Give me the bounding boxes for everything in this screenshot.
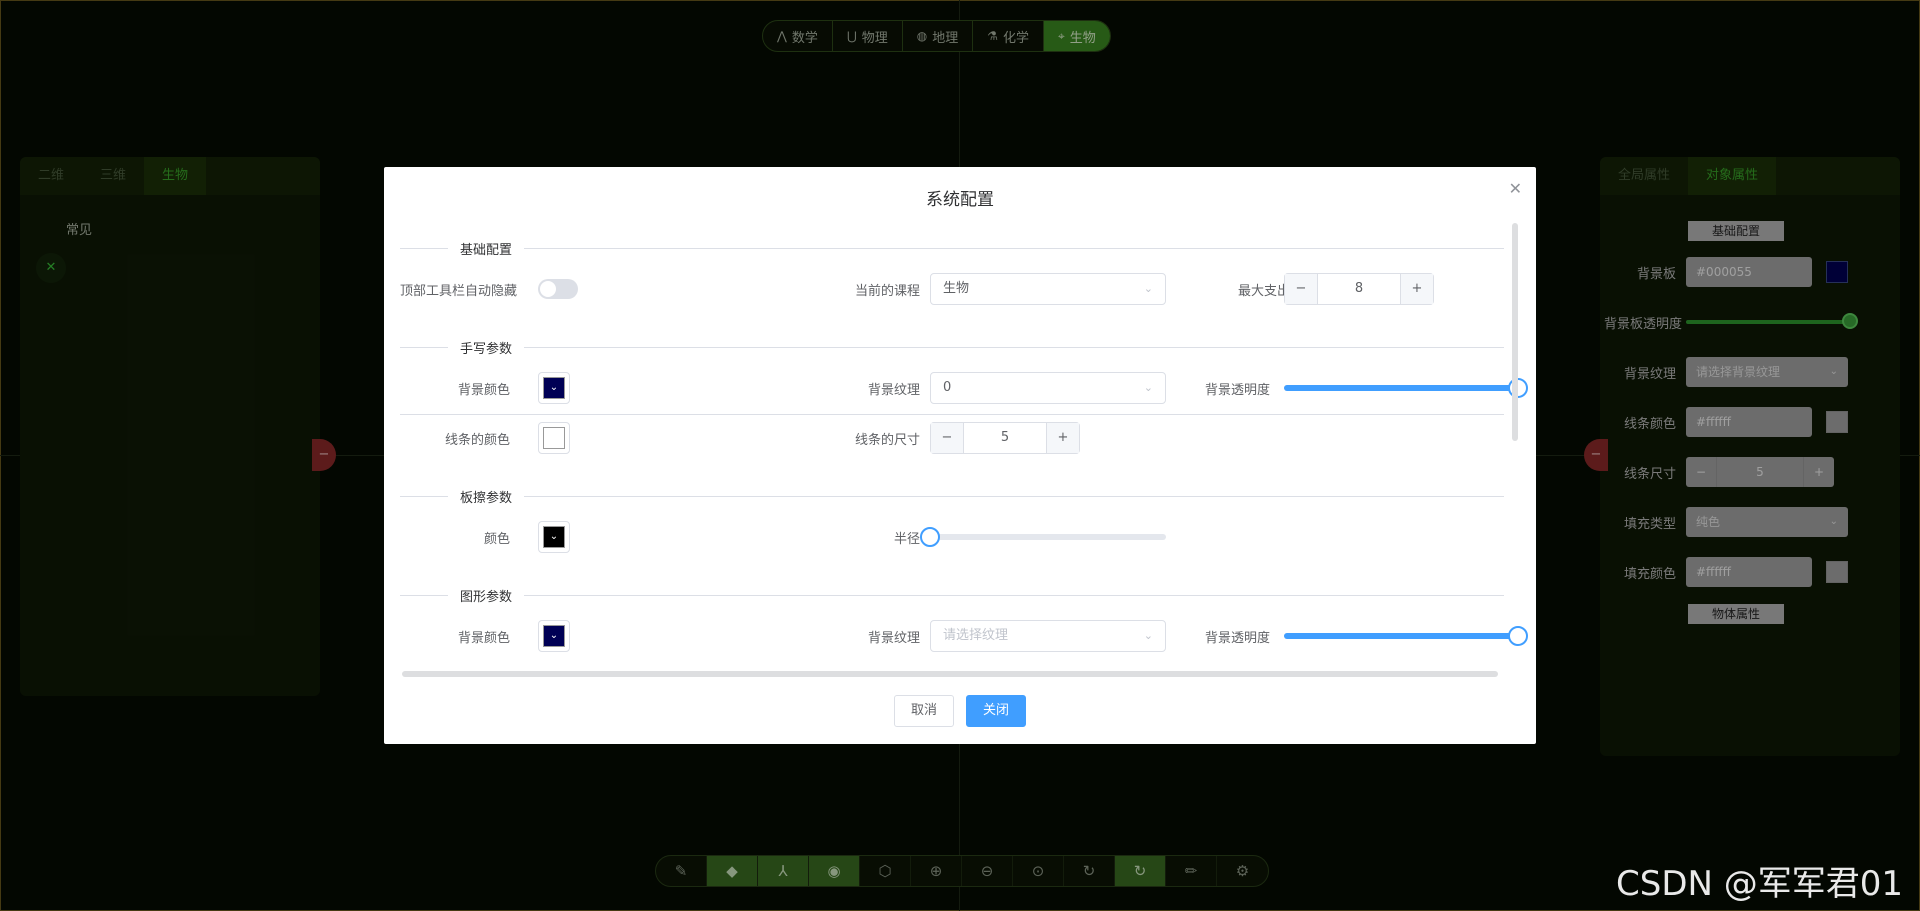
cancel-button[interactable]: 取消 bbox=[894, 695, 954, 727]
switch-knob bbox=[540, 281, 556, 297]
course-value: 生物 bbox=[943, 281, 970, 296]
chevron-down-icon: ⌄ bbox=[543, 625, 565, 647]
close-icon[interactable]: ✕ bbox=[1509, 179, 1522, 198]
autohide-switch[interactable] bbox=[538, 279, 578, 299]
max-value[interactable]: 8 bbox=[1317, 274, 1401, 304]
shape-opacity-label: 背景透明度 bbox=[1204, 631, 1270, 646]
eraser-radius-slider[interactable] bbox=[920, 527, 1166, 547]
divider-basic: 基础配置 bbox=[400, 239, 1504, 258]
section-basic-title: 基础配置 bbox=[448, 239, 525, 258]
hw-line-color-picker[interactable] bbox=[538, 422, 570, 454]
chevron-down-icon: ⌄ bbox=[1143, 381, 1153, 394]
divider-eraser: 板擦参数 bbox=[400, 487, 1504, 506]
eraser-color-label: 颜色 bbox=[483, 532, 510, 547]
dialog-title: 系统配置 bbox=[926, 190, 994, 210]
divider-basic bbox=[400, 414, 1504, 415]
watermark-text: CSDN @军军君01 bbox=[1616, 864, 1904, 904]
shape-texture-select[interactable]: 请选择纹理 ⌄ bbox=[930, 620, 1166, 652]
shape-texture-placeholder: 请选择纹理 bbox=[943, 628, 1009, 643]
chevron-down-icon: ⌄ bbox=[1143, 629, 1153, 642]
slider-thumb[interactable] bbox=[920, 527, 940, 547]
course-select[interactable]: 生物 ⌄ bbox=[930, 273, 1166, 305]
decrement-button[interactable]: − bbox=[931, 423, 963, 453]
hw-texture-label: 背景纹理 bbox=[867, 383, 920, 398]
shape-bg-color-picker[interactable]: ⌄ bbox=[538, 620, 570, 652]
close-button[interactable]: 关闭 bbox=[966, 695, 1026, 727]
shape-opacity-slider[interactable] bbox=[1284, 626, 1528, 646]
hw-line-size-stepper[interactable]: − 5 + bbox=[930, 422, 1080, 454]
hw-opacity-label: 背景透明度 bbox=[1204, 383, 1270, 398]
slider-fill bbox=[1284, 633, 1518, 639]
autohide-label: 顶部工具栏自动隐藏 bbox=[400, 284, 518, 299]
chevron-down-icon: ⌄ bbox=[543, 526, 565, 548]
section-eraser-title: 板擦参数 bbox=[448, 487, 525, 506]
chevron-down-icon: ⌄ bbox=[1143, 282, 1153, 295]
max-stepper[interactable]: − 8 + bbox=[1284, 273, 1434, 305]
hw-texture-value: 0 bbox=[943, 380, 952, 395]
increment-button[interactable]: + bbox=[1401, 274, 1433, 304]
hw-line-size-value[interactable]: 5 bbox=[963, 423, 1047, 453]
system-config-dialog: 系统配置 ✕ 基础配置 顶部工具栏自动隐藏 当前的课程 生物 ⌄ 最大支出 − … bbox=[384, 167, 1536, 744]
eraser-color-picker[interactable]: ⌄ bbox=[538, 521, 570, 553]
shape-bg-color-label: 背景颜色 bbox=[457, 631, 510, 646]
divider-handwriting: 手写参数 bbox=[400, 338, 1504, 357]
increment-button[interactable]: + bbox=[1047, 423, 1079, 453]
horizontal-scrollbar[interactable] bbox=[402, 671, 1498, 677]
slider-thumb[interactable] bbox=[1508, 378, 1528, 398]
hw-opacity-slider[interactable] bbox=[1284, 378, 1528, 398]
decrement-button[interactable]: − bbox=[1285, 274, 1317, 304]
chevron-down-icon: ⌄ bbox=[543, 377, 565, 399]
section-shape-title: 图形参数 bbox=[448, 586, 525, 605]
max-label: 最大支出 bbox=[1237, 284, 1290, 299]
hw-bg-color-label: 背景颜色 bbox=[457, 383, 510, 398]
hw-line-color-label: 线条的颜色 bbox=[444, 433, 510, 448]
shape-texture-label: 背景纹理 bbox=[867, 631, 920, 646]
hw-line-size-label: 线条的尺寸 bbox=[854, 433, 920, 448]
hw-texture-select[interactable]: 0 ⌄ bbox=[930, 372, 1166, 404]
slider-thumb[interactable] bbox=[1508, 626, 1528, 646]
section-handwriting-title: 手写参数 bbox=[448, 338, 525, 357]
color-swatch bbox=[543, 427, 565, 449]
divider-shape: 图形参数 bbox=[400, 586, 1504, 605]
slider-fill bbox=[1284, 385, 1518, 391]
eraser-radius-label: 半径 bbox=[893, 532, 920, 547]
hw-bg-color-picker[interactable]: ⌄ bbox=[538, 372, 570, 404]
vertical-scrollbar[interactable] bbox=[1512, 223, 1518, 441]
course-label: 当前的课程 bbox=[854, 284, 920, 299]
